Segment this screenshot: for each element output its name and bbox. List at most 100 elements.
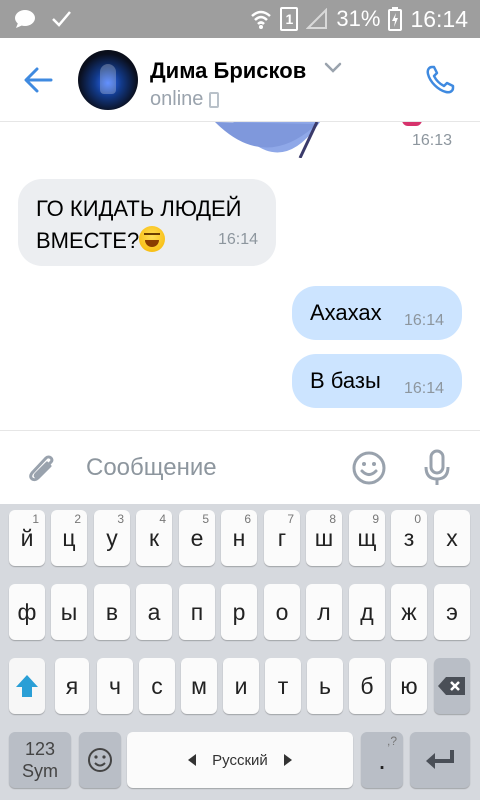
key-д[interactable]: д — [349, 584, 385, 640]
key-label: о — [275, 598, 289, 625]
key-label: б — [360, 672, 374, 699]
sticker-fragment — [402, 122, 422, 126]
smiley-icon — [352, 451, 386, 485]
key-label: ш — [314, 524, 334, 551]
emoji-button[interactable] — [348, 447, 390, 489]
key-label: д — [360, 598, 374, 625]
key-в[interactable]: в — [94, 584, 130, 640]
key-label: й — [20, 524, 34, 551]
key-я[interactable]: я — [55, 658, 89, 714]
key-hint: 2 — [74, 512, 81, 526]
key-label: ж — [401, 598, 417, 625]
key-label: и — [234, 672, 248, 699]
key-б[interactable]: б — [349, 658, 385, 714]
key-label: н — [232, 524, 246, 551]
key-г[interactable]: г7 — [264, 510, 300, 566]
keyboard-language-label: Русский — [212, 751, 268, 769]
attach-button[interactable] — [20, 447, 62, 489]
key-hint: 3 — [117, 512, 124, 526]
key-label: в — [105, 598, 119, 625]
shift-key[interactable] — [9, 658, 45, 714]
key-label: ц — [62, 524, 76, 551]
key-ж[interactable]: ж — [391, 584, 427, 640]
backspace-key[interactable] — [434, 658, 470, 714]
key-ф[interactable]: ф — [9, 584, 45, 640]
message-list[interactable]: 16:13 ГО КИДАТЬ ЛЮДЕЙ ВМЕСТЕ? 16:14 Ахах… — [0, 122, 480, 430]
key-label: х — [446, 524, 458, 551]
key-х[interactable]: х — [434, 510, 470, 566]
key-л[interactable]: л — [306, 584, 342, 640]
key-с[interactable]: с — [139, 658, 175, 714]
key-щ[interactable]: щ9 — [349, 510, 385, 566]
enter-icon — [426, 750, 454, 769]
arrow-left-icon — [24, 67, 53, 93]
contact-name[interactable]: Дима Брисков — [150, 58, 306, 84]
key-к[interactable]: к4 — [136, 510, 172, 566]
key-о[interactable]: о — [264, 584, 300, 640]
key-ш[interactable]: ш8 — [306, 510, 342, 566]
key-ю[interactable]: ю — [391, 658, 427, 714]
key-н[interactable]: н6 — [221, 510, 257, 566]
message-time: 16:14 — [403, 312, 444, 329]
check-icon — [52, 11, 71, 27]
key-label: ы — [60, 598, 78, 625]
key-э[interactable]: э — [434, 584, 470, 640]
space-key[interactable]: Русский — [127, 732, 353, 788]
battery-percent: 31% — [336, 6, 381, 31]
symbols-key[interactable]: 123 Sym — [9, 732, 71, 788]
status-text: online — [150, 88, 204, 110]
key-label: з — [403, 524, 415, 551]
message-input[interactable] — [86, 449, 326, 487]
key-ч[interactable]: ч — [97, 658, 133, 714]
incoming-message[interactable]: ГО КИДАТЬ ЛЮДЕЙ ВМЕСТЕ? 16:14 — [18, 179, 276, 266]
smiley-icon — [88, 748, 112, 772]
message-time: 16:14 — [217, 231, 258, 248]
key-hint: 0 — [414, 512, 421, 526]
key-р[interactable]: р — [221, 584, 257, 640]
outgoing-message[interactable]: Ахахах 16:14 — [292, 286, 462, 340]
key-label: у — [106, 524, 118, 551]
message-composer — [0, 430, 480, 504]
message-text: Ахахах — [310, 300, 382, 325]
avatar[interactable] — [78, 50, 138, 110]
voice-message-button[interactable] — [416, 447, 458, 489]
period-key[interactable]: . ,? — [361, 732, 403, 788]
key-label: м — [191, 672, 207, 699]
key-label: ч — [109, 672, 121, 699]
back-button[interactable] — [18, 60, 58, 100]
key-й[interactable]: й1 — [9, 510, 45, 566]
key-у[interactable]: у3 — [94, 510, 130, 566]
key-ц[interactable]: ц2 — [51, 510, 87, 566]
key-з[interactable]: з0 — [391, 510, 427, 566]
contact-status: online — [150, 88, 220, 111]
chevron-down-icon[interactable] — [324, 62, 342, 74]
enter-key[interactable] — [410, 732, 470, 788]
key-label: л — [317, 598, 331, 625]
key-и[interactable]: и — [223, 658, 259, 714]
key-е[interactable]: е5 — [179, 510, 215, 566]
key-т[interactable]: т — [265, 658, 301, 714]
key-п[interactable]: п — [179, 584, 215, 640]
emoji-key[interactable] — [79, 732, 121, 788]
shift-arrow-icon — [16, 675, 38, 697]
message-time: 16:13 — [411, 132, 452, 149]
key-label: э — [446, 598, 458, 625]
sticker-image[interactable] — [205, 122, 335, 158]
key-label: ь — [319, 672, 331, 699]
key-ы[interactable]: ы — [51, 584, 87, 640]
key-label: р — [232, 598, 246, 625]
paperclip-icon — [29, 455, 54, 482]
key-label: г — [277, 524, 287, 551]
key-а[interactable]: а — [136, 584, 172, 640]
backspace-icon — [438, 677, 465, 695]
key-м[interactable]: м — [181, 658, 217, 714]
on-screen-keyboard: й1 ц2 у3 к4 е5 н6 г7 ш8 щ9 з0 х ф ы в а … — [0, 504, 480, 800]
key-hint: 5 — [202, 512, 209, 526]
outgoing-message[interactable]: В базы 16:14 — [292, 354, 462, 408]
chat-header: Дима Брисков online — [0, 38, 480, 122]
arrow-right-icon — [283, 754, 292, 766]
key-ь[interactable]: ь — [307, 658, 343, 714]
key-label: щ — [357, 524, 377, 551]
key-label: ю — [400, 672, 418, 699]
call-button[interactable] — [420, 60, 460, 100]
